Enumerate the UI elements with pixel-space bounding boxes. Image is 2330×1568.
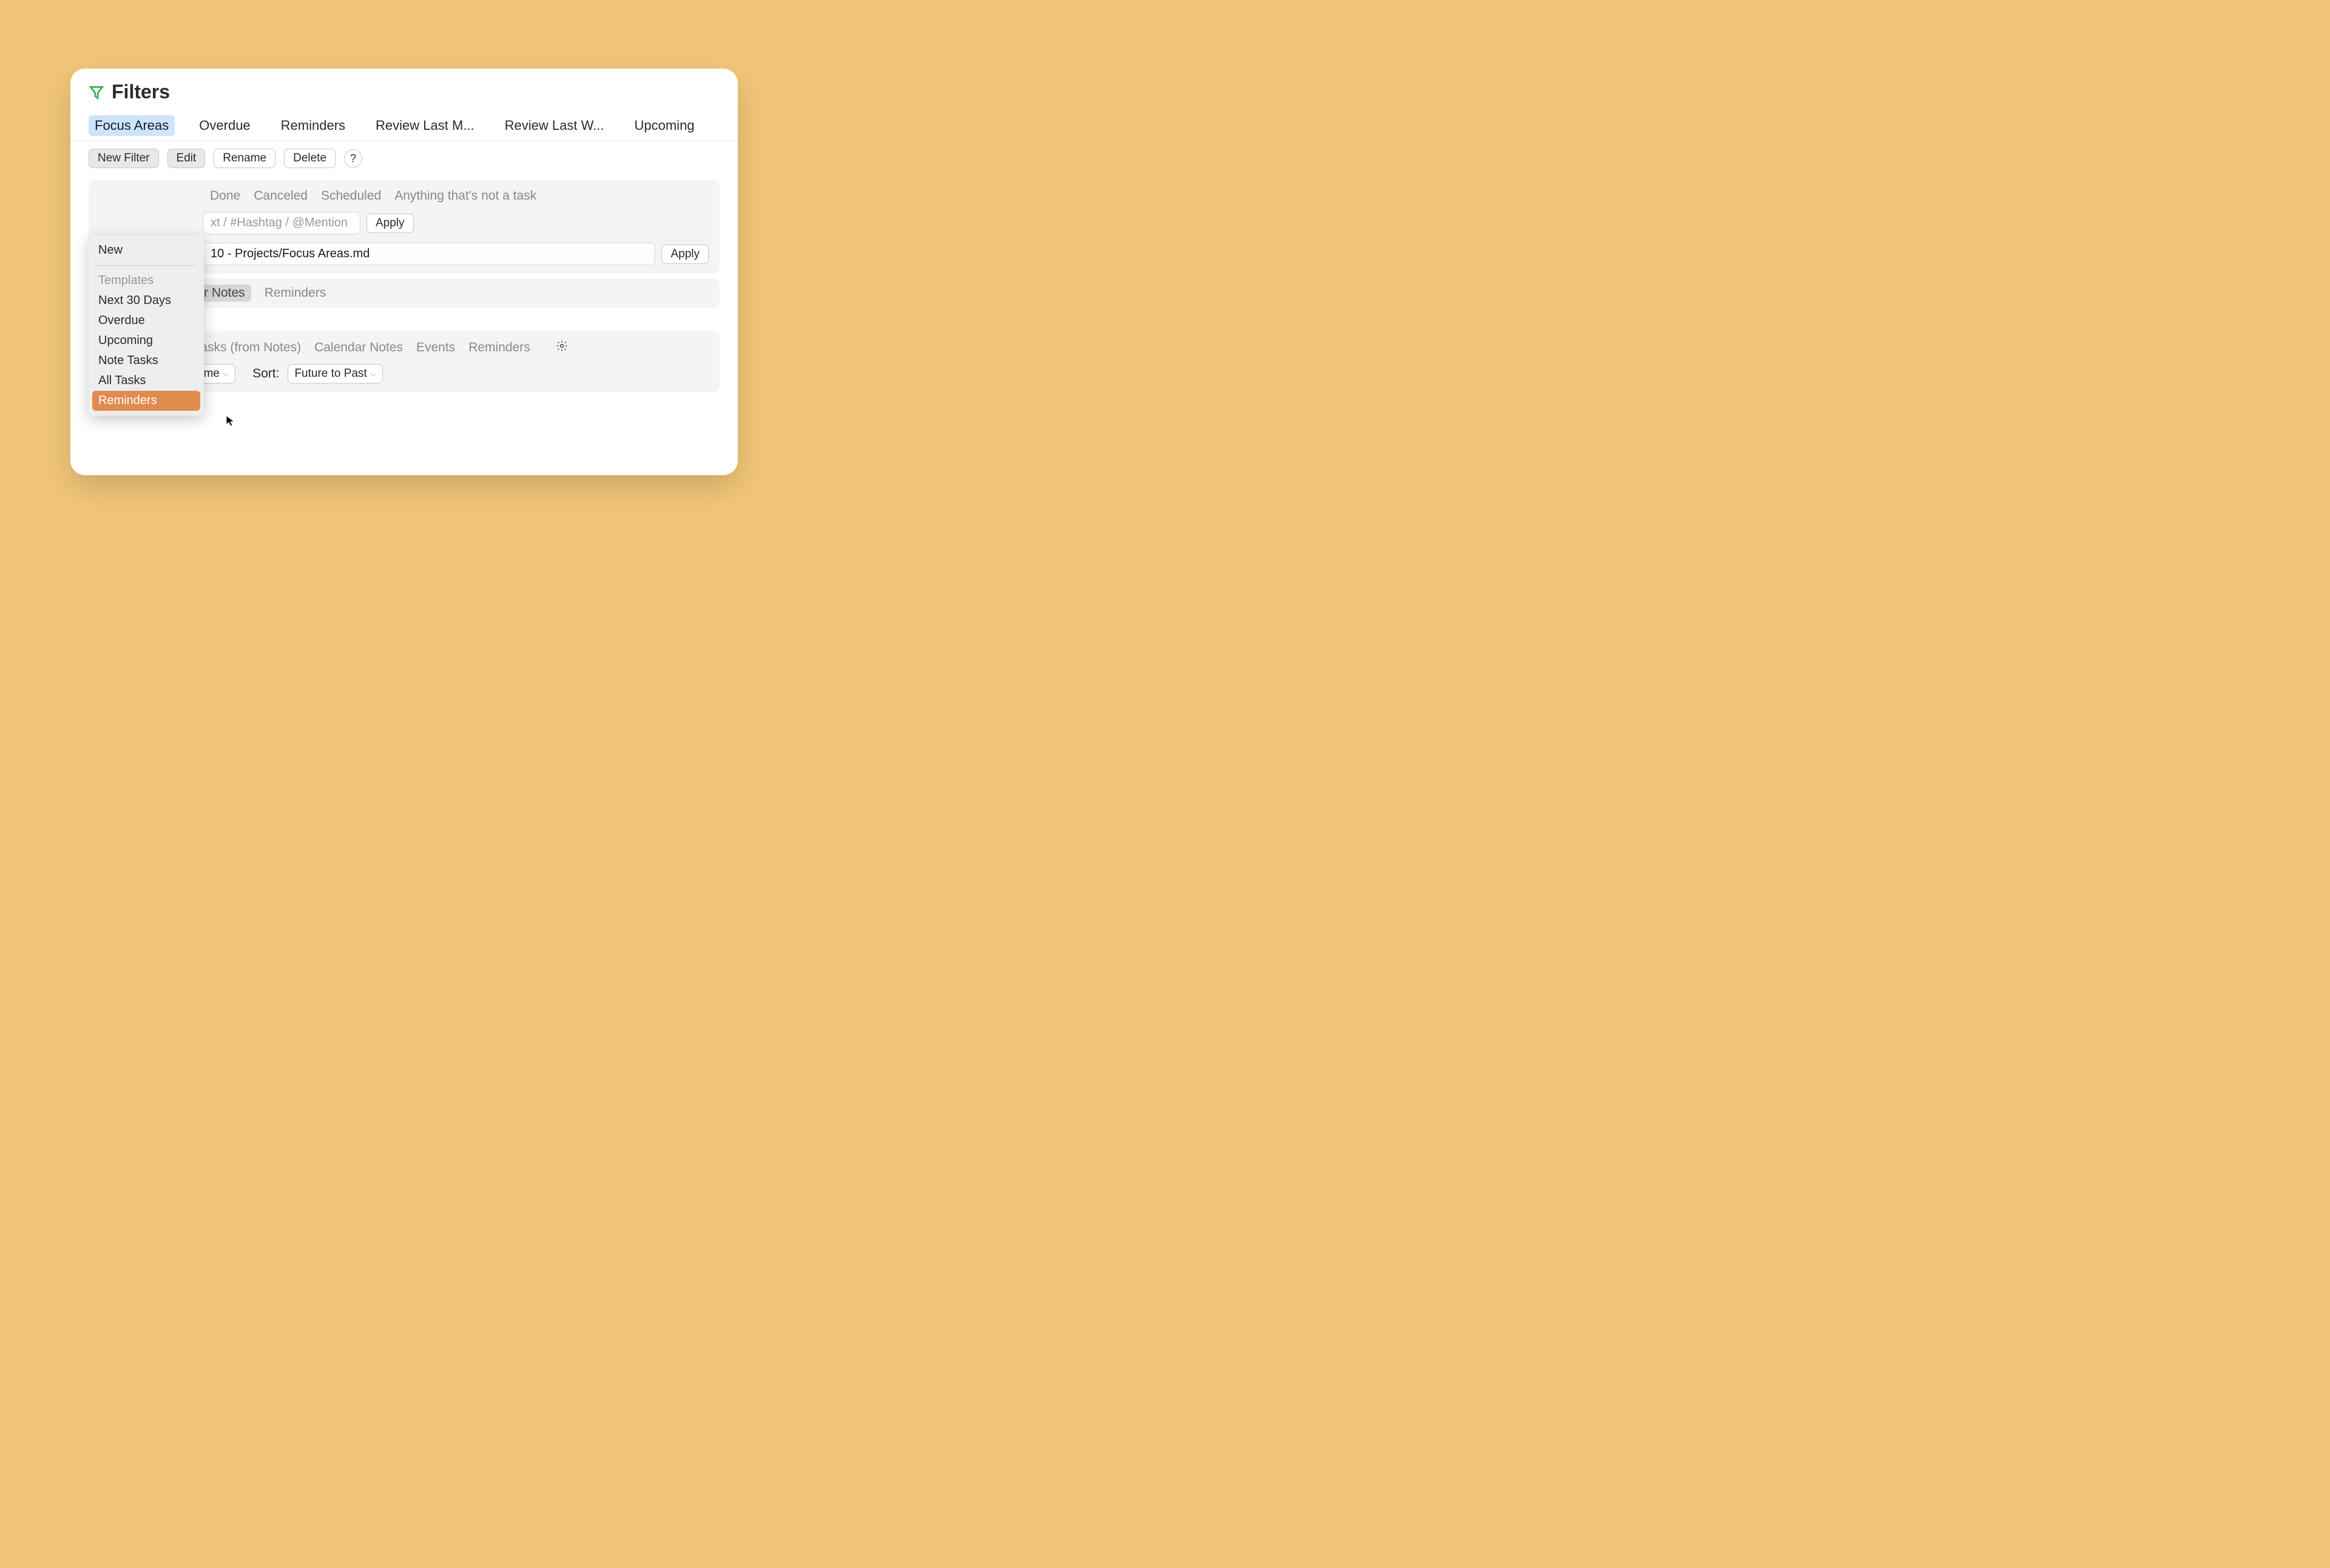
toolbar: New Filter Edit Rename Delete ? [70, 141, 738, 175]
search-row: Apply [100, 212, 709, 234]
tab-review-last-w[interactable]: Review Last W... [499, 115, 610, 136]
tab-focus-areas[interactable]: Focus Areas [89, 115, 175, 136]
search-input[interactable] [203, 212, 360, 234]
chevron-down-icon: ⌵ [371, 370, 376, 379]
dropdown-item-new[interactable]: New [89, 240, 204, 260]
status-pill-row: Done Canceled Scheduled Anything that's … [100, 189, 709, 203]
path-apply-button[interactable]: Apply [661, 245, 709, 264]
delete-button[interactable]: Delete [284, 149, 336, 168]
tab-review-last-m[interactable]: Review Last M... [370, 115, 481, 136]
search-apply-button[interactable]: Apply [366, 214, 414, 233]
pill-calendar-notes[interactable]: Calendar Notes [314, 340, 403, 355]
page-title: Filters [112, 81, 170, 103]
tabs-bar: Focus Areas Overdue Reminders Review Las… [70, 108, 738, 141]
pill-done[interactable]: Done [210, 189, 240, 203]
chevron-down-icon: ⌵ [223, 370, 229, 379]
pill-canceled[interactable]: Canceled [254, 189, 308, 203]
dropdown-item-next-30-days[interactable]: Next 30 Days [89, 291, 204, 311]
dropdown-divider [96, 265, 197, 266]
pill-r-notes[interactable]: r Notes [198, 285, 251, 302]
dropdown-item-reminders[interactable]: Reminders [92, 391, 200, 411]
header: Filters [70, 69, 738, 108]
dropdown-item-note-tasks[interactable]: Note Tasks [89, 351, 204, 371]
path-input[interactable] [203, 243, 655, 265]
tab-upcoming[interactable]: Upcoming [629, 115, 701, 136]
sort-select[interactable]: Future to Past ⌵ [288, 364, 382, 384]
help-button[interactable]: ? [344, 149, 362, 167]
settings-button[interactable] [556, 340, 568, 356]
dropdown-item-overdue[interactable]: Overdue [89, 311, 204, 331]
pill-undated-reminders[interactable]: Reminders [265, 286, 326, 300]
dropdown-item-all-tasks[interactable]: All Tasks [89, 371, 204, 391]
new-filter-dropdown[interactable]: New Templates Next 30 Days Overdue Upcom… [89, 235, 204, 416]
pill-anything[interactable]: Anything that's not a task [394, 189, 536, 203]
filters-window: Filters Focus Areas Overdue Reminders Re… [70, 69, 738, 475]
sort-label: Sort: [252, 367, 279, 381]
pill-source-reminders[interactable]: Reminders [468, 340, 530, 355]
pill-events[interactable]: Events [416, 340, 455, 355]
dropdown-item-upcoming[interactable]: Upcoming [89, 331, 204, 351]
rename-button[interactable]: Rename [214, 149, 275, 168]
dropdown-templates-header: Templates [89, 271, 204, 291]
gear-icon [556, 340, 568, 352]
sort-value: Future to Past [294, 367, 366, 380]
pill-scheduled[interactable]: Scheduled [321, 189, 381, 203]
new-filter-button[interactable]: New Filter [89, 149, 159, 168]
tab-reminders[interactable]: Reminders [275, 115, 351, 136]
filter-icon [89, 84, 104, 100]
tab-overdue[interactable]: Overdue [193, 115, 256, 136]
cursor-icon [225, 414, 237, 427]
edit-button[interactable]: Edit [167, 149, 206, 168]
